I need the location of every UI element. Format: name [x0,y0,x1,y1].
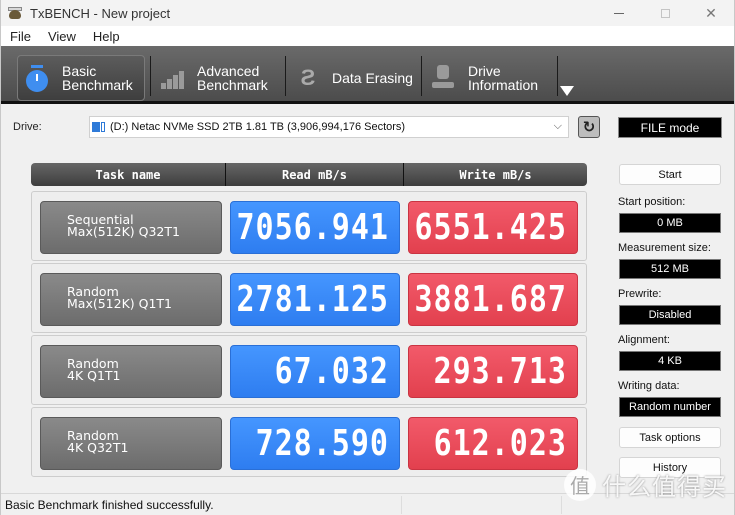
result-row: Random 4K Q1T1 67.032 293.713 [31,335,587,405]
stopwatch-icon [26,65,50,92]
status-message: Basic Benchmark finished successfully. [5,497,214,512]
maximize-button[interactable] [642,0,688,26]
toolbar-divider [150,56,151,96]
read-value: 2781.125 [230,273,400,326]
prewrite-label: Prewrite: [618,288,662,300]
window-title: TxBENCH - New project [30,5,171,21]
result-row: Random Max(512K) Q1T1 2781.125 3881.687 [31,263,587,333]
maximize-icon [660,8,670,18]
title-bar: TxBENCH - New project ✕ [1,0,734,26]
write-value-text: 3881.687 [414,278,567,321]
app-icon [8,6,24,20]
toolbar-divider [421,56,422,96]
header-read: Read mB/s [225,163,403,186]
read-value-text: 67.032 [274,350,389,393]
minimize-icon [614,12,624,14]
task-name-line2: Max(512K) Q32T1 [67,224,180,239]
tab-label: Data Erasing [332,70,413,86]
tab-data-erasing[interactable]: Ƨ Data Erasing [288,55,418,101]
result-row: Random 4K Q32T1 728.590 612.023 [31,407,587,477]
menu-bar: File View Help [1,26,734,46]
toolbar-divider [557,56,558,96]
write-value: 3881.687 [408,273,578,326]
result-row: Sequential Max(512K) Q32T1 7056.941 6551… [31,191,587,261]
tab-label: Advanced Benchmark [197,63,268,93]
task-name-line2: 4K Q32T1 [67,440,129,455]
writing-data-field[interactable]: Random number [619,397,721,417]
task-button-random-4k-q1t1[interactable]: Random 4K Q1T1 [40,345,222,398]
tab-label: Drive Information [468,63,539,93]
read-value: 7056.941 [230,201,400,254]
header-write: Write mB/s [403,163,587,186]
header-task-name: Task name [95,167,161,182]
alignment-field[interactable]: 4 KB [619,351,721,371]
read-value-text: 728.590 [255,422,389,465]
main-toolbar: Basic Benchmark Advanced Benchmark Ƨ Dat… [1,46,734,104]
triangle-down-icon[interactable] [560,86,574,96]
alignment-label: Alignment: [618,334,670,346]
watermark-badge: 值 [564,468,596,501]
bar-chart-icon [161,65,185,91]
toolbar-divider [285,56,286,96]
start-button[interactable]: Start [619,164,721,185]
task-button-random-512k-q1t1[interactable]: Random Max(512K) Q1T1 [40,273,222,326]
start-position-label: Start position: [618,196,686,208]
start-position-field[interactable]: 0 MB [619,213,721,233]
write-value-text: 6551.425 [414,206,567,249]
close-icon: ✕ [705,4,717,21]
close-button[interactable]: ✕ [688,0,734,26]
status-divider [561,496,562,514]
mode-indicator: FILE mode [618,117,722,138]
eraser-icon: Ƨ [300,65,316,90]
write-value: 293.713 [408,345,578,398]
measurement-size-field[interactable]: 512 MB [619,259,721,279]
tab-advanced-benchmark[interactable]: Advanced Benchmark [153,55,283,101]
menu-help[interactable]: Help [84,29,128,44]
results-header: Task name Read mB/s Write mB/s [31,163,587,186]
minimize-button[interactable] [596,0,642,26]
write-value: 612.023 [408,417,578,470]
drive-selected-value: (D:) Netac NVMe SSD 2TB 1.81 TB (3,906,9… [110,121,406,133]
task-name-line2: Max(512K) Q1T1 [67,296,173,311]
task-options-button[interactable]: Task options [619,427,721,448]
read-value-text: 2781.125 [236,278,389,321]
read-value: 728.590 [230,417,400,470]
write-value-text: 612.023 [433,422,567,465]
write-value-text: 293.713 [433,350,567,393]
tab-label: Basic Benchmark [62,63,133,93]
refresh-icon: ↻ [582,119,596,136]
watermark: 值 什么值得买 [564,467,727,502]
read-value-text: 7056.941 [236,206,389,249]
drive-label: Drive: [13,121,42,133]
drive-info-icon [432,65,456,91]
menu-view[interactable]: View [39,29,84,44]
writing-data-label: Writing data: [618,380,680,392]
drive-select[interactable]: (D:) Netac NVMe SSD 2TB 1.81 TB (3,906,9… [89,116,569,138]
tab-drive-information[interactable]: Drive Information [424,55,554,101]
write-value: 6551.425 [408,201,578,254]
read-value: 67.032 [230,345,400,398]
refresh-button[interactable]: ↻ [578,116,600,138]
status-divider [401,496,402,514]
drive-icon [92,121,106,133]
task-name-line2: 4K Q1T1 [67,368,121,383]
measurement-size-label: Measurement size: [618,242,711,254]
task-button-random-4k-q32t1[interactable]: Random 4K Q32T1 [40,417,222,470]
menu-file[interactable]: File [1,29,39,44]
task-button-sequential-q32t1[interactable]: Sequential Max(512K) Q32T1 [40,201,222,254]
prewrite-field[interactable]: Disabled [619,305,721,325]
chevron-down-icon: ⌵ [553,120,562,132]
txbench-window: TxBENCH - New project ✕ File View Help B… [0,0,735,515]
tab-basic-benchmark[interactable]: Basic Benchmark [17,55,145,101]
watermark-text: 什么值得买 [602,474,727,501]
